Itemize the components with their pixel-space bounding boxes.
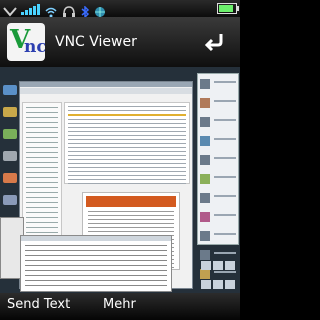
send-text-softkey[interactable]: Send Text [7, 297, 70, 312]
downlink-chevron-icon [3, 3, 17, 17]
remote-document-heading [86, 196, 176, 207]
remote-tray-icons [200, 257, 238, 289]
logo-letters-nc: nc [24, 37, 45, 57]
desktop-icon[interactable] [3, 195, 17, 205]
signal-bars-icon [21, 3, 40, 15]
remote-window-titlebar [20, 82, 192, 87]
more-softkey[interactable]: Mehr [103, 297, 136, 312]
title-bar: V nc VNC Viewer [0, 17, 240, 67]
app-logo: V nc [7, 23, 45, 61]
battery-icon [217, 3, 239, 14]
bluetooth-icon [80, 3, 90, 19]
remote-folder-pane [22, 102, 62, 244]
return-arrow-icon [204, 34, 223, 52]
remote-message-list [64, 102, 190, 184]
desktop-icon[interactable] [3, 129, 17, 139]
remote-window-bottom[interactable] [20, 235, 172, 292]
desktop-icon[interactable] [3, 107, 17, 117]
remote-contacts-panel[interactable] [197, 73, 239, 279]
wifi-icon [44, 3, 58, 17]
app-title: VNC Viewer [55, 34, 137, 50]
desktop-icon[interactable] [3, 85, 17, 95]
status-bar [0, 0, 240, 19]
headset-icon [62, 3, 76, 17]
desktop-icon[interactable] [3, 151, 17, 161]
remote-window-toolbar [20, 88, 192, 94]
globe-icon [94, 3, 106, 17]
desktop-icon[interactable] [3, 173, 17, 183]
remote-desktop-view[interactable] [0, 67, 240, 293]
softkey-bar: Send Text Mehr [0, 293, 240, 320]
back-button[interactable] [204, 31, 226, 53]
